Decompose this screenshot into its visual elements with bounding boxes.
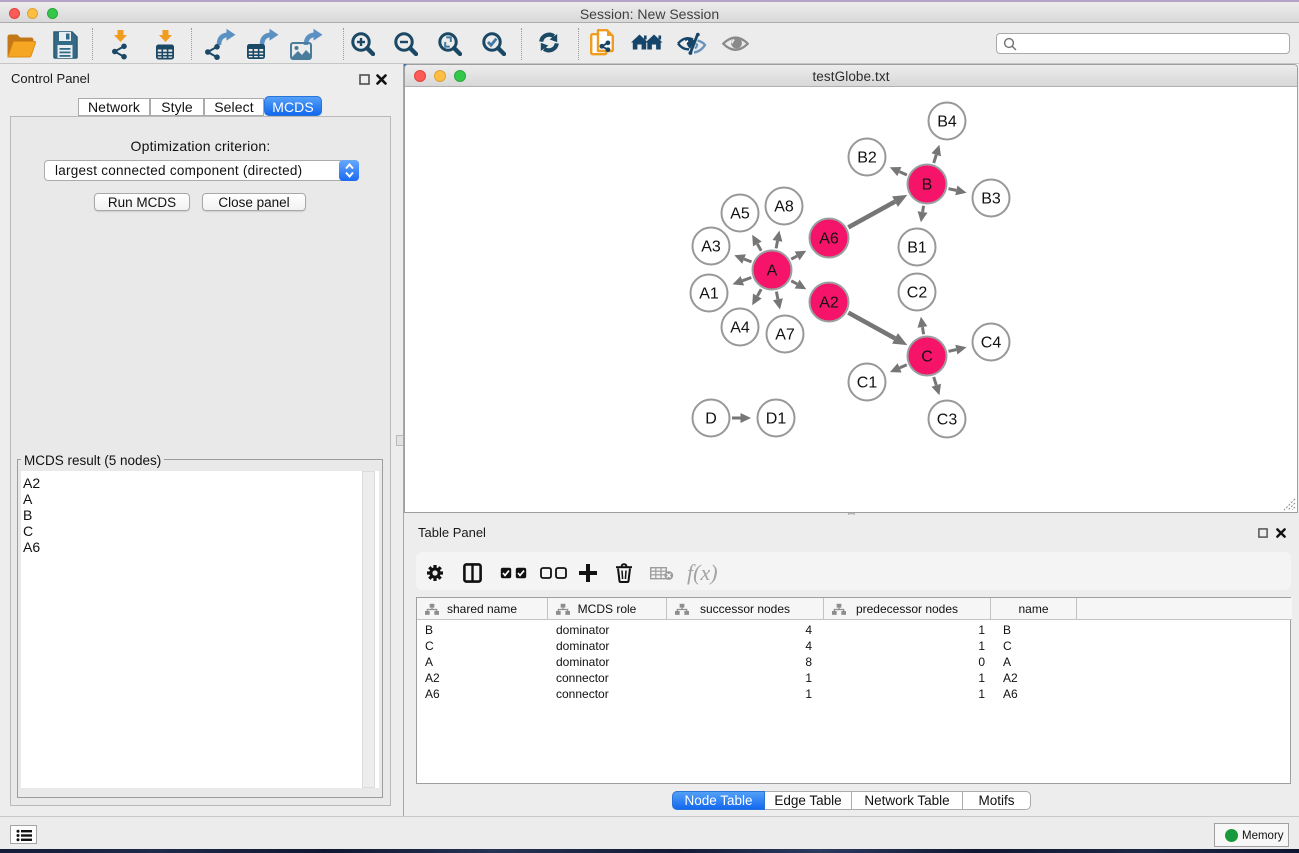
svg-text:A1: A1 — [699, 286, 719, 303]
svg-text:C3: C3 — [937, 412, 958, 429]
svg-text:A4: A4 — [730, 320, 750, 337]
svg-text:D: D — [705, 411, 717, 428]
svg-text:A: A — [767, 263, 778, 280]
svg-text:A6: A6 — [819, 231, 839, 248]
svg-text:A8: A8 — [774, 199, 794, 216]
svg-text:C4: C4 — [981, 335, 1002, 352]
svg-text:A5: A5 — [730, 206, 750, 223]
svg-text:C2: C2 — [907, 285, 928, 302]
svg-text:D1: D1 — [766, 411, 787, 428]
svg-text:A3: A3 — [701, 239, 721, 256]
svg-text:A7: A7 — [775, 327, 795, 344]
svg-text:B: B — [922, 177, 933, 194]
svg-text:A2: A2 — [819, 295, 839, 312]
svg-text:C1: C1 — [857, 375, 878, 392]
svg-text:B4: B4 — [937, 114, 957, 131]
svg-text:B3: B3 — [981, 191, 1001, 208]
svg-text:B2: B2 — [857, 150, 877, 167]
svg-text:B1: B1 — [907, 240, 927, 257]
svg-text:C: C — [921, 349, 933, 366]
